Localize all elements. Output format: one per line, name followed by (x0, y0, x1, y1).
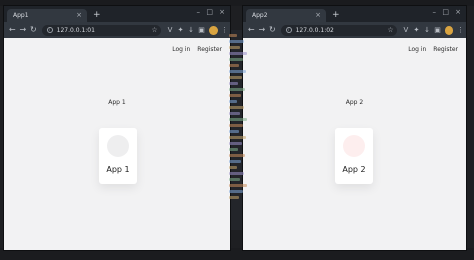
card-label: App 2 (342, 165, 366, 174)
tab-strip: App1 × + – □ × (4, 6, 230, 22)
page-heading: App 2 (345, 99, 364, 106)
tab-strip: App2 × + – □ × (243, 6, 466, 22)
browser-toolbar: ← → ↻ i 127.0.0.1:02 ☆ V ✦ ↓ ▣ ⋮ (243, 22, 466, 38)
top-nav: Log in Register (408, 46, 458, 53)
reload-icon[interactable]: ↻ (267, 24, 278, 36)
background-code-line (229, 142, 242, 145)
url-text: 127.0.0.1:01 (56, 26, 95, 34)
login-link[interactable]: Log in (172, 46, 190, 53)
maximize-icon[interactable]: □ (206, 8, 213, 16)
address-bar[interactable]: i 127.0.0.1:01 ☆ (41, 24, 161, 36)
background-code-line (229, 160, 241, 163)
background-code-line (229, 76, 242, 79)
background-code-line (229, 172, 244, 175)
side-panel-icon[interactable]: ▣ (432, 26, 443, 34)
back-icon[interactable]: ← (7, 24, 18, 36)
menu-icon[interactable]: ⋮ (455, 26, 466, 34)
reload-icon[interactable]: ↻ (28, 24, 39, 36)
background-code-line (229, 34, 237, 37)
background-code-line (229, 184, 247, 187)
register-link[interactable]: Register (197, 46, 222, 53)
background-code-line (229, 166, 237, 169)
maximize-icon[interactable]: □ (442, 8, 449, 16)
page-content: Log in Register App 2 App 2 (243, 38, 466, 250)
tab-app1[interactable]: App1 × (7, 9, 87, 22)
browser-window-app2: App2 × + – □ × ← → ↻ i 127.0.0.1:02 ☆ V … (243, 6, 466, 250)
background-code-line (229, 100, 237, 103)
forward-icon[interactable]: → (18, 24, 29, 36)
new-tab-button[interactable]: + (332, 9, 340, 21)
site-info-icon[interactable]: i (285, 27, 292, 33)
background-code-line (229, 94, 241, 97)
page-heading: App 1 (108, 99, 126, 106)
url-text: 127.0.0.1:02 (295, 26, 334, 34)
forward-icon[interactable]: → (257, 24, 268, 36)
login-link[interactable]: Log in (408, 46, 426, 53)
background-code-line (229, 124, 243, 127)
browser-toolbar: ← → ↻ i 127.0.0.1:01 ☆ V ✦ ↓ ▣ ⋮ (4, 22, 230, 38)
app-card[interactable]: App 2 (335, 128, 373, 184)
extensions-icon[interactable]: ✦ (175, 26, 186, 34)
menu-icon[interactable]: ⋮ (220, 26, 231, 34)
background-code-line (229, 58, 243, 61)
new-tab-button[interactable]: + (93, 9, 101, 21)
back-icon[interactable]: ← (246, 24, 257, 36)
background-code-line (229, 148, 238, 151)
window-close-icon[interactable]: × (219, 8, 225, 16)
downloads-icon[interactable]: ↓ (422, 26, 433, 34)
star-icon[interactable]: ☆ (387, 26, 393, 34)
background-code-line (229, 106, 244, 109)
minimize-icon[interactable]: – (433, 8, 437, 16)
close-icon[interactable]: × (76, 11, 82, 19)
extension-v-icon[interactable]: V (401, 26, 412, 34)
site-info-icon[interactable]: i (46, 27, 53, 33)
register-link[interactable]: Register (433, 46, 458, 53)
extension-v-icon[interactable]: V (165, 26, 176, 34)
tab-title: App2 (252, 12, 268, 19)
background-code-line (229, 178, 240, 181)
background-code-line (229, 88, 245, 91)
extensions-icon[interactable]: ✦ (411, 26, 422, 34)
background-code-line (229, 46, 240, 49)
background-code-line (229, 52, 247, 55)
background-code-line (229, 118, 247, 121)
background-code-line (229, 64, 239, 67)
background-code-line (229, 112, 240, 115)
browser-window-app1: App1 × + – □ × ← → ↻ i 127.0.0.1:01 ☆ V … (4, 6, 230, 250)
profile-avatar[interactable] (444, 25, 454, 35)
minimize-icon[interactable]: – (197, 8, 201, 16)
tab-title: App1 (13, 12, 29, 19)
side-panel-icon[interactable]: ▣ (196, 26, 207, 34)
background-code-line (229, 190, 243, 193)
app-card[interactable]: App 1 (99, 128, 137, 184)
page-content: Log in Register App 1 App 1 (4, 38, 230, 250)
background-code-line (229, 70, 246, 73)
top-nav: Log in Register (172, 46, 222, 53)
address-bar[interactable]: i 127.0.0.1:02 ☆ (280, 24, 397, 36)
card-avatar-circle (343, 135, 365, 157)
tab-app2[interactable]: App2 × (246, 9, 326, 22)
card-label: App 1 (106, 165, 130, 174)
downloads-icon[interactable]: ↓ (186, 26, 197, 34)
background-code-line (229, 82, 238, 85)
background-code-line (229, 196, 239, 199)
close-icon[interactable]: × (315, 11, 321, 19)
background-code-line (229, 136, 246, 139)
background-code-line (229, 154, 245, 157)
star-icon[interactable]: ☆ (151, 26, 157, 34)
profile-avatar[interactable] (208, 25, 218, 35)
card-avatar-circle (107, 135, 129, 157)
window-close-icon[interactable]: × (455, 8, 461, 16)
background-code-line (229, 40, 244, 43)
background-code-line (229, 130, 239, 133)
